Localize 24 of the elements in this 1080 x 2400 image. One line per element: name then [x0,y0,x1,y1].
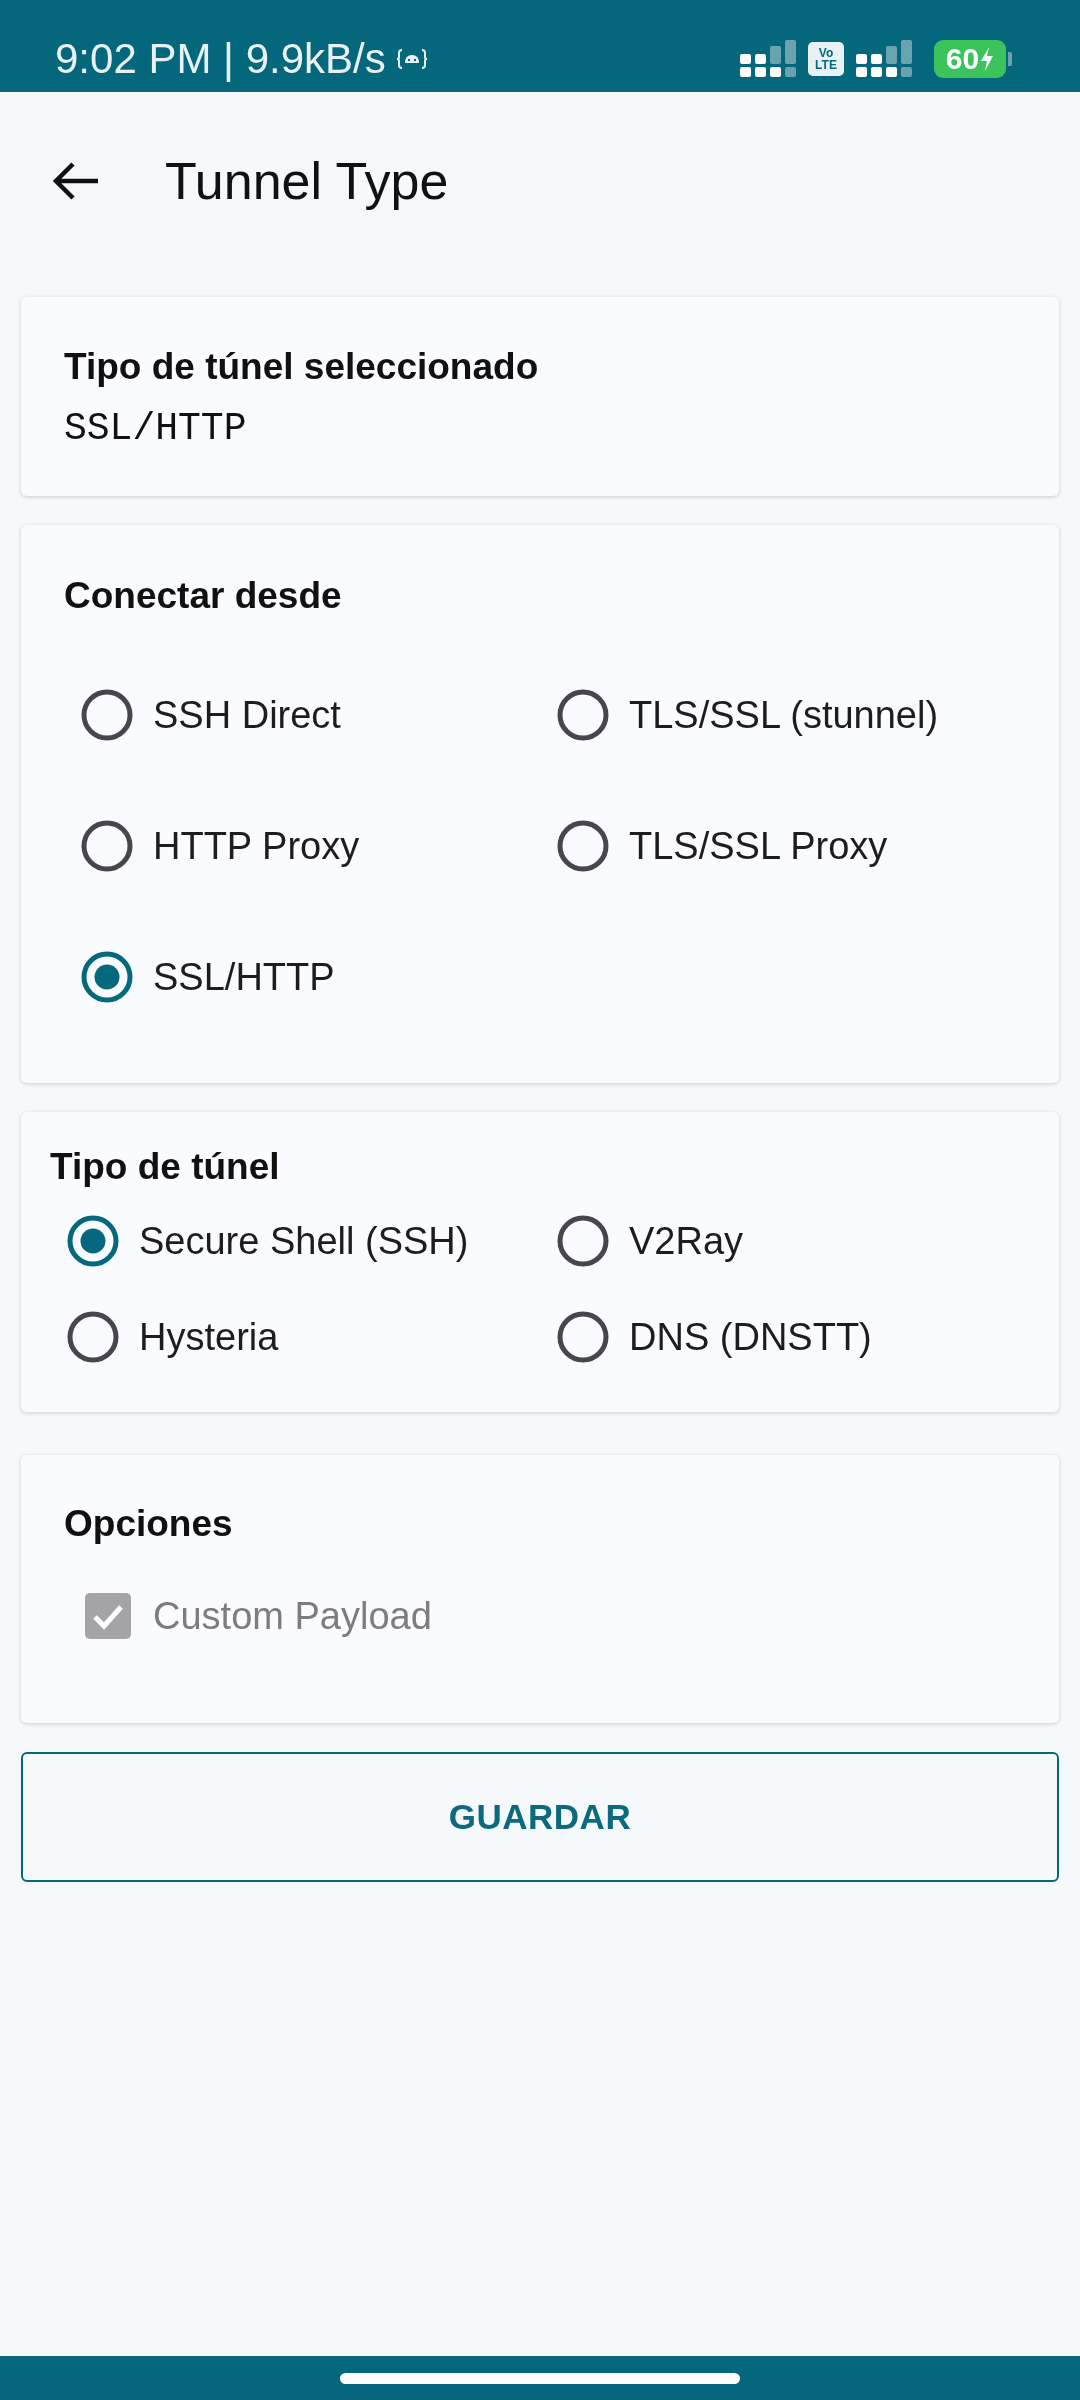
home-handle[interactable] [340,2372,740,2384]
card-title: Opciones [64,1502,234,1546]
save-button[interactable]: GUARDAR [21,1752,1059,1882]
signal-icon [856,40,912,78]
robot-braces-icon [395,48,428,70]
radio-option[interactable]: DNS (DNSTT) [557,1289,1030,1385]
radio-option[interactable]: TLS/SSL Proxy [557,780,1016,911]
radio-option[interactable]: Hysteria [67,1289,557,1385]
radio-option[interactable]: SSH Direct [81,649,557,780]
status-time-speed: 9:02 PM | 9.9kB/s [55,38,386,80]
battery-percent: 60 [945,44,980,74]
volte-badge: Vo LTE [808,42,844,76]
selected-tunnel-value: SSL/HTTP [64,407,248,451]
radio-option[interactable]: SSL/HTTP [81,911,557,1042]
signal-icon [740,40,796,78]
back-arrow-icon[interactable] [52,161,100,201]
radio-option[interactable]: TLS/SSL (stunnel) [557,649,1016,780]
card-title: Conectar desde [64,574,343,618]
radio-option[interactable]: V2Ray [557,1193,1030,1289]
radio-option[interactable]: Secure Shell (SSH) [67,1193,557,1289]
radio-option[interactable]: HTTP Proxy [81,780,557,911]
card-title: Tipo de túnel seleccionado [64,345,540,389]
bolt-icon [980,47,995,71]
card-title: Tipo de túnel [50,1145,281,1189]
